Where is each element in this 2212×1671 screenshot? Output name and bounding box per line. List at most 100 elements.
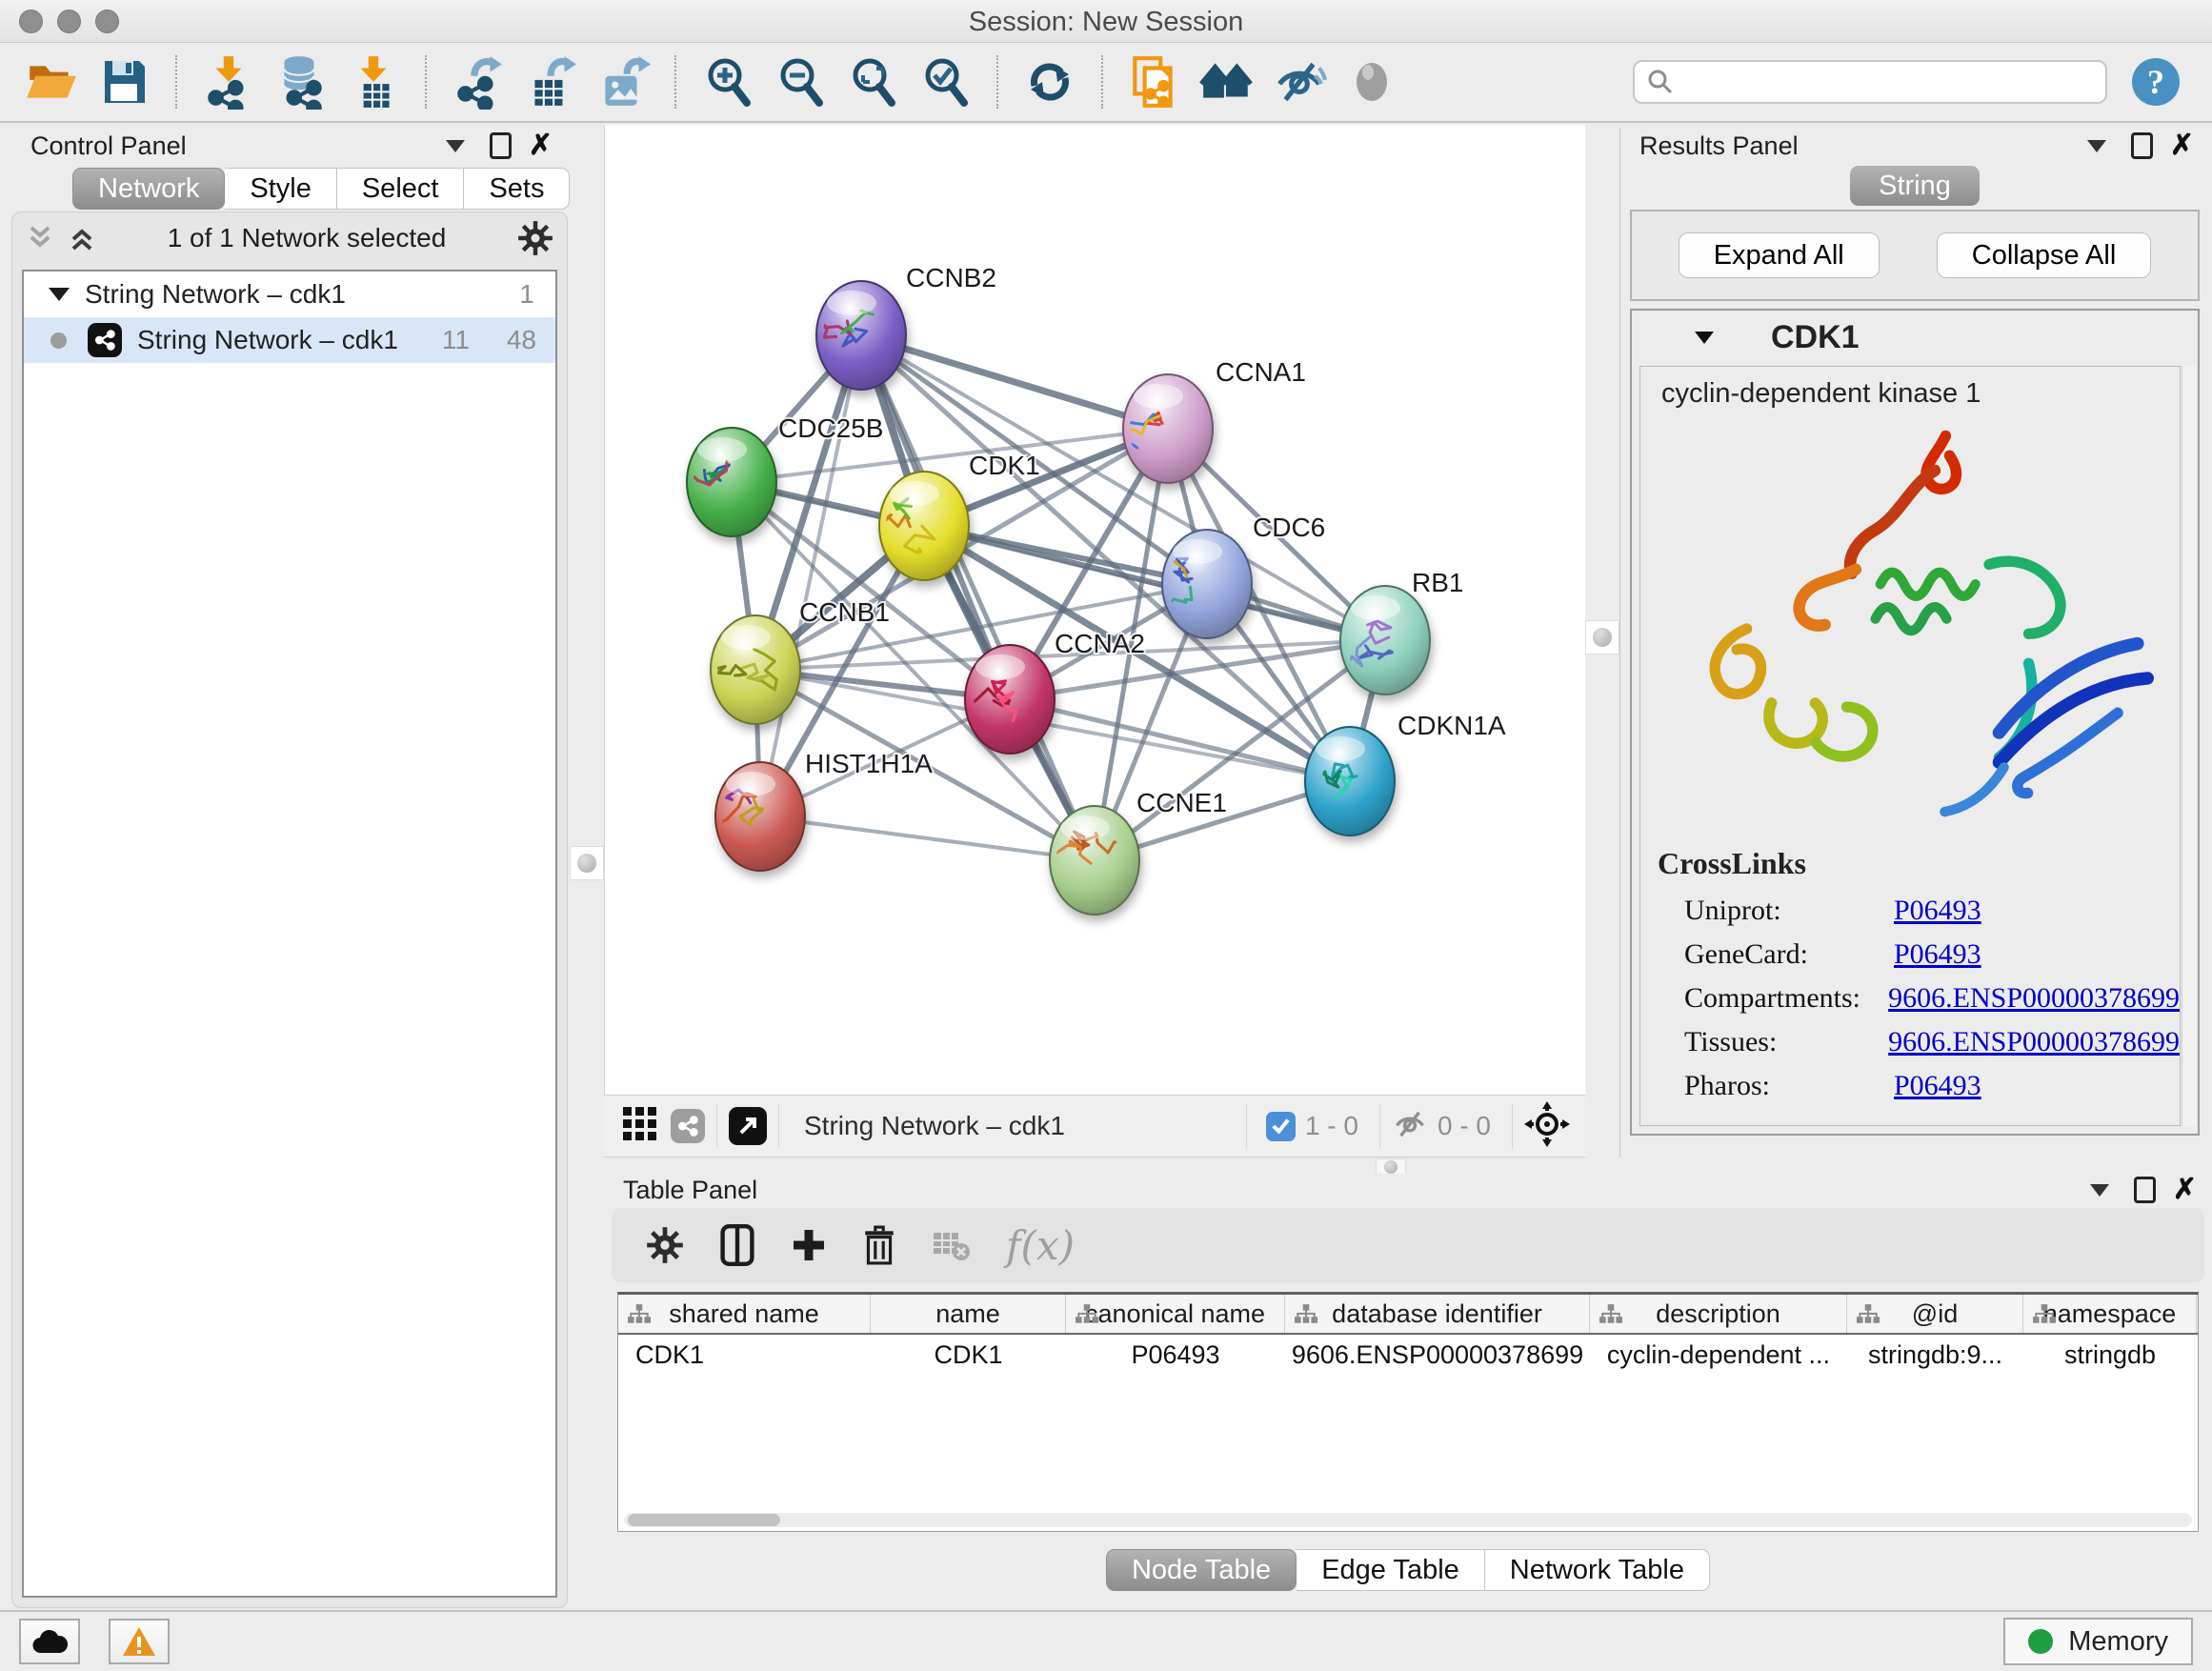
- scrollbar-thumb[interactable]: [628, 1514, 780, 1526]
- open-in-window-icon[interactable]: [729, 1107, 767, 1145]
- collapse-entry-icon[interactable]: [1695, 332, 1714, 344]
- table-gear-icon[interactable]: [646, 1226, 684, 1264]
- tree-expand-icon[interactable]: [49, 288, 70, 301]
- delete-table-icon[interactable]: [932, 1229, 970, 1261]
- gear-icon[interactable]: [517, 220, 553, 256]
- cloud-button[interactable]: [19, 1619, 80, 1664]
- open-session-button[interactable]: [20, 50, 83, 114]
- network-edge[interactable]: [861, 335, 1168, 429]
- birdseye-grid-icon[interactable]: [623, 1107, 657, 1146]
- table-cell[interactable]: stringdb: [2023, 1335, 2197, 1375]
- refresh-layout-button[interactable]: [1018, 50, 1081, 114]
- close-panel-icon[interactable]: ✗: [2170, 131, 2194, 160]
- search-input[interactable]: [1682, 67, 2094, 98]
- network-node-CDC25B[interactable]: [686, 428, 776, 536]
- show-eye-button[interactable]: [1340, 50, 1403, 114]
- string-home-button[interactable]: [1196, 50, 1258, 114]
- import-table-button[interactable]: [342, 50, 405, 114]
- zoom-fit-button[interactable]: [841, 50, 904, 114]
- results-scrollbar[interactable]: [2182, 366, 2196, 1126]
- column-header-name[interactable]: name: [871, 1295, 1066, 1333]
- expand-all-button[interactable]: Expand All: [1679, 232, 1880, 278]
- tab-node-table[interactable]: Node Table: [1106, 1549, 1297, 1591]
- table-hscrollbar[interactable]: [624, 1513, 2192, 1527]
- zoom-in-button[interactable]: [696, 50, 759, 114]
- tab-select[interactable]: Select: [337, 168, 465, 210]
- vertical-splitter-left[interactable]: [570, 125, 604, 1158]
- tab-style[interactable]: Style: [225, 168, 336, 210]
- column-header-canonical-name[interactable]: canonical name: [1066, 1295, 1285, 1333]
- splitter-handle[interactable]: [1376, 1158, 1406, 1175]
- float-panel-icon[interactable]: [2131, 132, 2153, 159]
- export-table-button[interactable]: [519, 50, 582, 114]
- crosslink-link[interactable]: 9606.ENSP00000378699: [1888, 1026, 2180, 1058]
- network-node-CCNB1[interactable]: [711, 615, 800, 724]
- network-node-CCNA2[interactable]: [965, 645, 1055, 754]
- network-row[interactable]: String Network – cdk1 11 48: [24, 317, 555, 363]
- memory-button[interactable]: Memory: [2003, 1618, 2193, 1665]
- add-column-icon[interactable]: [791, 1227, 827, 1263]
- network-node-CDK1[interactable]: [875, 472, 969, 580]
- warnings-button[interactable]: [109, 1619, 170, 1664]
- vertical-splitter-right[interactable]: [1585, 125, 1619, 1158]
- tab-network[interactable]: Network: [72, 168, 225, 210]
- crosslink-link[interactable]: 9606.ENSP00000378699: [1888, 982, 2180, 1015]
- crosshair-icon[interactable]: [1524, 1101, 1570, 1152]
- network-canvas[interactable]: CCNB2CCNA1CDC25BCDK1CDC6RB1CCNB1CCNA2CDK…: [604, 125, 1586, 1095]
- column-header-database-identifier[interactable]: database identifier: [1285, 1295, 1590, 1333]
- float-panel-icon[interactable]: [490, 132, 512, 159]
- panel-menu-icon[interactable]: [2087, 140, 2106, 152]
- function-builder-icon[interactable]: f(x): [1006, 1222, 1075, 1269]
- column-header-shared-name[interactable]: shared name: [618, 1295, 871, 1333]
- tab-edge-table[interactable]: Edge Table: [1297, 1549, 1485, 1591]
- network-node-CCNA1[interactable]: [1108, 374, 1213, 483]
- network-node-HIST1H1A[interactable]: [713, 762, 805, 871]
- crosslink-link[interactable]: P06493: [1894, 895, 1981, 927]
- export-network-button[interactable]: [447, 50, 510, 114]
- close-panel-icon[interactable]: ✗: [2173, 1176, 2197, 1204]
- table-cell[interactable]: P06493: [1066, 1335, 1285, 1375]
- tab-network-table[interactable]: Network Table: [1485, 1549, 1710, 1591]
- tab-string[interactable]: String: [1850, 166, 1980, 206]
- save-session-button[interactable]: [92, 50, 155, 114]
- close-panel-icon[interactable]: ✗: [529, 131, 553, 160]
- import-database-button[interactable]: [270, 50, 332, 114]
- zoom-out-button[interactable]: [769, 50, 832, 114]
- help-button[interactable]: ?: [2132, 58, 2180, 106]
- network-node-CDKN1A[interactable]: [1305, 727, 1395, 836]
- export-image-button[interactable]: [592, 50, 654, 114]
- selected-checkbox-icon[interactable]: [1266, 1112, 1296, 1141]
- delete-column-icon[interactable]: [863, 1225, 895, 1265]
- float-panel-icon[interactable]: [2134, 1177, 2156, 1203]
- expand-all-tree-icon[interactable]: [26, 224, 54, 252]
- network-edge[interactable]: [861, 335, 1095, 860]
- share-network-icon[interactable]: [671, 1109, 705, 1143]
- table-row[interactable]: CDK1CDK1P064939606.ENSP00000378699cyclin…: [618, 1335, 2198, 1375]
- string-reload-button[interactable]: [1123, 50, 1186, 114]
- network-node-CCNE1[interactable]: [1050, 806, 1139, 915]
- collapse-all-tree-icon[interactable]: [68, 224, 96, 252]
- zoom-selected-button[interactable]: [914, 50, 976, 114]
- network-node-CDC6[interactable]: [1153, 530, 1252, 638]
- crosslink-link[interactable]: P06493: [1894, 1070, 1981, 1102]
- horizontal-splitter[interactable]: [604, 1158, 2212, 1174]
- splitter-handle[interactable]: [1585, 620, 1619, 654]
- collapse-all-button[interactable]: Collapse All: [1937, 232, 2152, 278]
- network-edge[interactable]: [760, 335, 861, 816]
- table-cell[interactable]: CDK1: [618, 1335, 871, 1375]
- network-node-CCNB2[interactable]: [815, 281, 906, 390]
- show-columns-icon[interactable]: [720, 1224, 754, 1266]
- table-cell[interactable]: stringdb:9...: [1847, 1335, 2023, 1375]
- import-network-button[interactable]: [197, 50, 260, 114]
- splitter-handle[interactable]: [570, 846, 604, 880]
- table-cell[interactable]: 9606.ENSP00000378699: [1285, 1335, 1590, 1375]
- hidden-eye-icon[interactable]: [1392, 1108, 1428, 1145]
- table-cell[interactable]: cyclin-dependent ...: [1590, 1335, 1847, 1375]
- panel-menu-icon[interactable]: [2090, 1184, 2109, 1197]
- hide-glass-button[interactable]: [1268, 50, 1331, 114]
- panel-menu-icon[interactable]: [446, 140, 465, 152]
- network-edge[interactable]: [760, 816, 1095, 860]
- column-header-namespace[interactable]: namespace: [2023, 1295, 2197, 1333]
- crosslink-link[interactable]: P06493: [1894, 938, 1981, 971]
- tab-sets[interactable]: Sets: [464, 168, 570, 210]
